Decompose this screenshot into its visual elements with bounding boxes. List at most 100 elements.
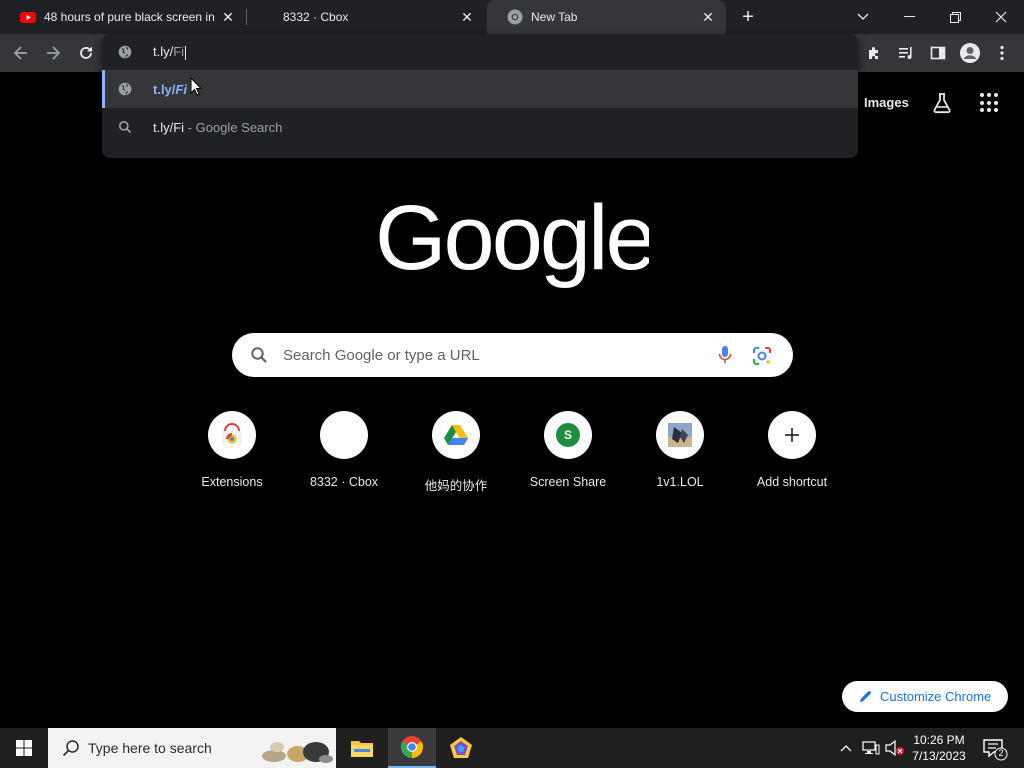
omnibox-input[interactable]: t.ly/Fi xyxy=(102,34,858,70)
notification-center[interactable]: 2 xyxy=(980,734,1008,762)
tab-new-tab[interactable]: New Tab ✕ xyxy=(487,0,726,34)
media-controls-button[interactable] xyxy=(894,41,918,65)
shortcut-cbox[interactable]: 8332 · Cbox xyxy=(288,410,400,500)
tab-cbox[interactable]: 8332 · Cbox ✕ xyxy=(247,0,485,34)
new-tab-button[interactable]: + xyxy=(736,5,760,29)
pentagon-app-icon xyxy=(450,737,472,758)
start-button[interactable] xyxy=(0,728,48,768)
google-logo: Google xyxy=(375,192,649,289)
shortcut-label: Add shortcut xyxy=(756,475,828,489)
search-highlight-image xyxy=(262,742,333,763)
customize-label: Customize Chrome xyxy=(880,689,992,704)
letter-s-icon: S xyxy=(556,423,580,447)
avatar-icon xyxy=(960,43,980,63)
shortcut-add[interactable]: Add shortcut xyxy=(736,410,848,500)
chrome-taskbar[interactable] xyxy=(388,728,436,768)
labs-flask-icon[interactable] xyxy=(930,91,954,115)
show-hidden-icons[interactable] xyxy=(836,728,856,768)
search-icon xyxy=(119,121,132,134)
shortcut-tile xyxy=(656,411,704,459)
shortcut-tile: S xyxy=(544,411,592,459)
close-icon[interactable]: ✕ xyxy=(700,9,716,25)
shortcut-tile xyxy=(208,411,256,459)
menu-button[interactable] xyxy=(990,41,1014,65)
shortcut-1v1lol[interactable]: 1v1.LOL xyxy=(624,410,736,500)
shortcut-drive[interactable]: 他妈的协作 xyxy=(400,410,512,500)
plus-icon xyxy=(785,428,799,442)
reload-button[interactable] xyxy=(74,41,98,65)
omnibox-suggestion-url[interactable]: t.ly/Fi xyxy=(102,70,858,108)
tab-search-icon[interactable] xyxy=(840,0,886,34)
system-clock[interactable]: 10:26 PM 7/13/2023 xyxy=(904,732,974,764)
side-panel-icon xyxy=(930,46,946,60)
tab-title: New Tab xyxy=(531,10,578,24)
search-placeholder: Search Google or type a URL xyxy=(283,347,480,364)
chrome-web-store-icon xyxy=(222,423,242,445)
volume-tray[interactable] xyxy=(884,728,906,768)
search-icon xyxy=(62,740,79,757)
close-icon[interactable]: ✕ xyxy=(459,9,475,25)
back-button[interactable] xyxy=(9,41,33,65)
suggestion-separator: - xyxy=(184,120,196,135)
close-icon[interactable]: ✕ xyxy=(220,9,236,25)
tab-title: 48 hours of pure black screen in xyxy=(44,10,215,24)
clock-date: 7/13/2023 xyxy=(912,749,966,763)
text-cursor xyxy=(185,45,187,60)
folder-icon xyxy=(351,741,373,757)
clock-time: 10:26 PM xyxy=(913,733,965,747)
more-vert-icon xyxy=(1000,45,1004,61)
pencil-icon xyxy=(860,691,871,702)
restore-icon[interactable] xyxy=(932,0,978,34)
globe-icon xyxy=(118,45,132,59)
omnibox-dropdown: t.ly/Fi t.ly/Fi t.ly/Fi - Google Search xyxy=(102,34,858,158)
google-apps-icon[interactable] xyxy=(980,93,1000,113)
tab-youtube[interactable]: 48 hours of pure black screen in ✕ xyxy=(0,0,246,34)
app-taskbar[interactable] xyxy=(437,728,485,768)
taskbar-search[interactable]: Type here to search xyxy=(48,728,336,768)
omnibox-text: t.ly/Fi xyxy=(153,44,187,60)
shortcut-label: Screen Share xyxy=(529,475,607,489)
omnibox-suggestion-search[interactable]: t.ly/Fi - Google Search xyxy=(102,108,858,146)
globe-icon xyxy=(118,82,132,96)
taskbar-search-placeholder: Type here to search xyxy=(88,740,212,756)
side-panel-button[interactable] xyxy=(926,41,950,65)
reload-icon xyxy=(80,46,92,59)
shortcut-tile xyxy=(320,411,368,459)
shortcut-tile xyxy=(768,411,816,459)
extensions-button[interactable] xyxy=(862,41,886,65)
profile-button[interactable] xyxy=(958,41,982,65)
svg-text:Google: Google xyxy=(375,192,649,289)
shortcut-label: 8332 · Cbox xyxy=(309,475,379,489)
close-window-icon[interactable] xyxy=(978,0,1024,34)
shortcut-extensions[interactable]: Extensions xyxy=(176,410,288,500)
search-icon xyxy=(251,347,267,363)
forward-arrow-icon xyxy=(47,46,61,60)
puzzle-icon xyxy=(869,47,878,59)
google-lens-icon[interactable] xyxy=(752,346,772,366)
chrome-icon xyxy=(401,736,423,758)
forward-button[interactable] xyxy=(41,41,65,65)
minimize-icon[interactable] xyxy=(886,0,932,34)
mouse-cursor-icon xyxy=(190,77,202,96)
customize-chrome-button[interactable]: Customize Chrome xyxy=(842,681,1008,712)
shortcut-label: 他妈的协作 xyxy=(424,479,488,493)
chevron-up-icon xyxy=(840,745,852,752)
back-arrow-icon xyxy=(13,46,27,60)
ntp-search-box[interactable]: Search Google or type a URL xyxy=(232,333,793,377)
network-icon xyxy=(862,741,880,755)
youtube-icon xyxy=(20,12,36,23)
suggestion-url: t.ly/Fi xyxy=(153,82,187,97)
file-explorer-taskbar[interactable] xyxy=(338,728,386,768)
autocomplete-text: Fi xyxy=(173,44,185,59)
notification-count: 2 xyxy=(998,748,1004,758)
tab-strip: 48 hours of pure black screen in ✕ 8332 … xyxy=(0,0,1024,34)
taskbar: Type here to search 10:26 PM 7/13/2023 2 xyxy=(0,728,1024,768)
network-tray[interactable] xyxy=(860,728,882,768)
speaker-muted-icon xyxy=(885,740,904,756)
suggestion-text: t.ly/Fi - Google Search xyxy=(153,120,282,135)
windows-logo-icon xyxy=(16,740,32,756)
shortcut-label: Extensions xyxy=(201,475,263,489)
microphone-icon[interactable] xyxy=(716,345,734,365)
images-link[interactable]: Images xyxy=(864,95,909,110)
shortcut-screen-share[interactable]: S Screen Share xyxy=(512,410,624,500)
